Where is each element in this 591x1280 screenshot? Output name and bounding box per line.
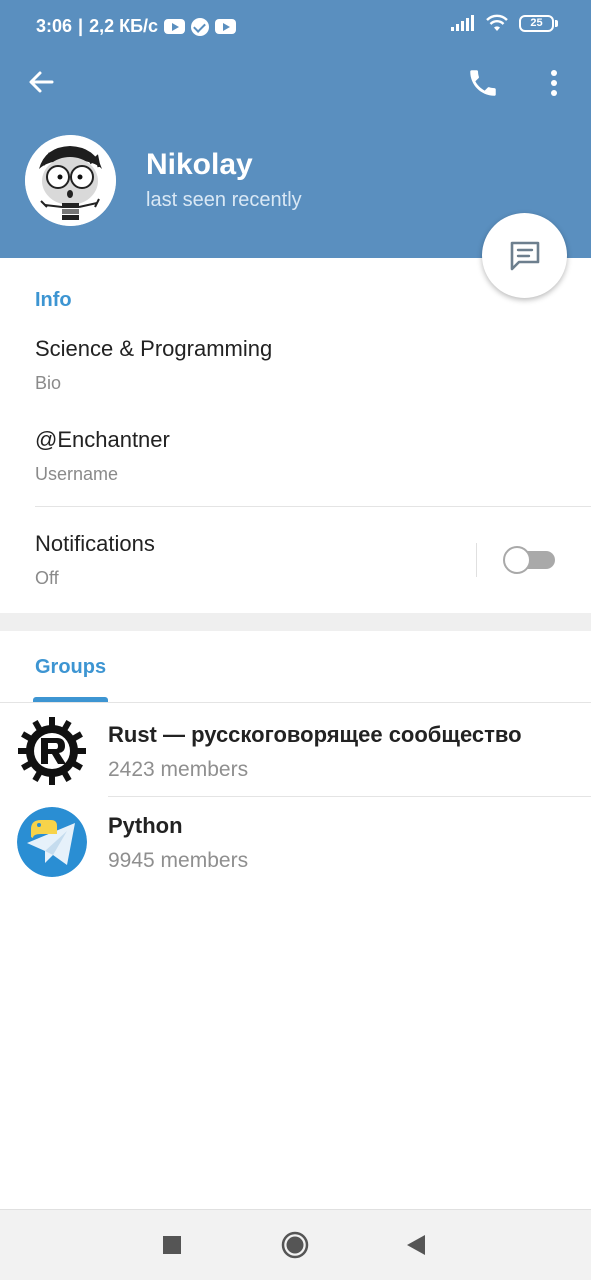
battery-icon: 25 [519, 14, 558, 32]
group-members: 9945 members [108, 849, 249, 872]
username-label: Username [35, 464, 119, 484]
call-button[interactable] [466, 66, 500, 100]
notifications-label: Off [35, 568, 59, 588]
notifications-value: Notifications [35, 531, 155, 556]
back-arrow-icon [29, 71, 54, 93]
network-speed: 2,2 КБ/с [89, 16, 159, 36]
avatar-image [25, 135, 116, 226]
toggle-knob [503, 546, 531, 574]
bio-label: Bio [35, 373, 62, 393]
status-bar: 3:06 | 2,2 КБ/с 25 [0, 0, 591, 42]
notifications-toggle[interactable] [503, 546, 555, 574]
recents-square-icon [163, 1236, 181, 1254]
bio-value: Science & Programming [35, 336, 273, 361]
divider [35, 506, 591, 507]
group-row-python[interactable]: Python 9945 members [0, 797, 591, 888]
group-name: Python [108, 813, 183, 838]
group-row-rust[interactable]: Rust — русскоговорящее сообщество 2423 m… [0, 706, 591, 797]
phone-icon [470, 70, 496, 96]
rust-logo-icon [17, 716, 87, 786]
username-value: @Enchantner [35, 427, 170, 452]
status-right: 25 [451, 14, 558, 32]
status-separator: | [78, 16, 84, 36]
back-button[interactable] [26, 66, 58, 98]
vertical-separator [476, 543, 477, 577]
nav-back-button[interactable] [406, 1234, 426, 1261]
navigation-bar [0, 1209, 591, 1280]
info-section-title: Info [35, 289, 72, 311]
signal-icon [451, 15, 474, 31]
send-message-button[interactable] [482, 213, 567, 298]
wifi-icon [486, 14, 508, 31]
last-seen-status: last seen recently [146, 189, 302, 211]
recents-button[interactable] [163, 1236, 181, 1259]
group-name: Rust — русскоговорящее сообщество [108, 722, 522, 747]
youtube-icon [215, 19, 237, 34]
section-gap [0, 613, 591, 631]
check-icon [191, 17, 210, 36]
status-left: 3:06 | 2,2 КБ/с [36, 16, 237, 37]
message-icon [510, 241, 539, 270]
status-time: 3:06 [36, 16, 73, 36]
home-circle-icon [281, 1231, 309, 1259]
group-members: 2423 members [108, 758, 249, 781]
home-button[interactable] [281, 1231, 309, 1264]
back-triangle-icon [407, 1235, 425, 1255]
profile-name: Nikolay [146, 148, 253, 181]
more-vert-icon [551, 70, 557, 96]
more-options-button[interactable] [542, 66, 566, 100]
python-telegram-icon [17, 807, 87, 877]
avatar[interactable] [25, 135, 116, 226]
tab-groups[interactable]: Groups [35, 656, 106, 679]
tab-divider [0, 702, 591, 703]
battery-level: 25 [519, 14, 554, 32]
youtube-icon [164, 19, 186, 34]
